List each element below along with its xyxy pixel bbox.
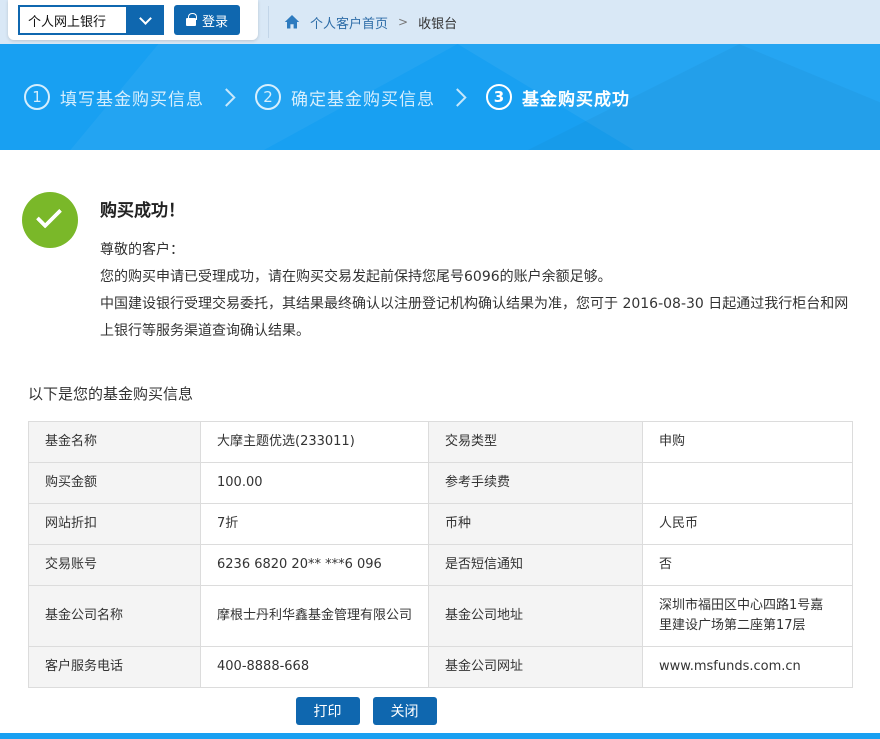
step-3-number: 3	[486, 84, 512, 110]
cell-value: 人民币	[643, 504, 853, 545]
cell-label: 基金公司网址	[429, 647, 643, 688]
success-check-icon	[22, 192, 78, 248]
login-button[interactable]: 登录	[174, 5, 240, 35]
login-panel: 个人网上银行 登录	[8, 0, 258, 40]
cell-value: 申购	[643, 422, 853, 463]
details-section-title: 以下是您的基金购买信息	[28, 383, 193, 404]
channel-select-dropdown-button[interactable]	[126, 5, 164, 35]
cell-label: 参考手续费	[429, 463, 643, 504]
table-row: 客户服务电话 400-8888-668 基金公司网址 www.msfunds.c…	[29, 647, 853, 688]
table-row: 交易账号 6236 6820 20** ***6 096 是否短信通知 否	[29, 545, 853, 586]
step-2-number: 2	[255, 84, 281, 110]
success-message: 购买成功！ 尊敬的客户： 您的购买申请已受理成功，请在购买交易发起前保持您尾号6…	[100, 188, 868, 345]
cell-label: 购买金额	[29, 463, 201, 504]
step-2-label: 确定基金购买信息	[291, 85, 435, 110]
success-section: 购买成功！ 尊敬的客户： 您的购买申请已受理成功，请在购买交易发起前保持您尾号6…	[22, 188, 868, 345]
footer-strip	[0, 733, 880, 739]
cell-label: 网站折扣	[29, 504, 201, 545]
cell-label: 是否短信通知	[429, 545, 643, 586]
print-button[interactable]: 打印	[296, 697, 360, 725]
success-line1: 您的购买申请已受理成功，请在购买交易发起前保持您尾号6096的账户余额足够。	[100, 264, 860, 291]
cell-value: 100.00	[201, 463, 429, 504]
steps-banner: 1 填写基金购买信息 2 确定基金购买信息 3 基金购买成功	[0, 44, 880, 150]
breadcrumb-home-link[interactable]: 个人客户首页	[310, 13, 388, 32]
step-3-label: 基金购买成功	[522, 85, 630, 110]
table-row: 网站折扣 7折 币种 人民币	[29, 504, 853, 545]
breadcrumb-separator: >	[398, 15, 408, 29]
cell-value	[643, 463, 853, 504]
step-1-number: 1	[24, 84, 50, 110]
cell-label: 币种	[429, 504, 643, 545]
topbar-divider	[268, 6, 269, 38]
step-separator-icon	[448, 88, 466, 106]
cell-value: 大摩主题优选(233011)	[201, 422, 429, 463]
success-greeting: 尊敬的客户：	[100, 237, 860, 264]
steps-row: 1 填写基金购买信息 2 确定基金购买信息 3 基金购买成功	[0, 44, 880, 150]
cell-value: 摩根士丹利华鑫基金管理有限公司	[201, 586, 429, 647]
channel-select-value: 个人网上银行	[18, 5, 126, 35]
cell-label: 基金名称	[29, 422, 201, 463]
chevron-down-icon	[139, 12, 152, 25]
close-button[interactable]: 关闭	[373, 697, 437, 725]
step-1-fill-info: 1 填写基金购买信息	[24, 84, 204, 110]
cell-value: 否	[643, 545, 853, 586]
cell-label: 客户服务电话	[29, 647, 201, 688]
table-row: 基金公司名称 摩根士丹利华鑫基金管理有限公司 基金公司地址 深圳市福田区中心四路…	[29, 586, 853, 647]
step-1-label: 填写基金购买信息	[60, 85, 204, 110]
step-2-confirm-info: 2 确定基金购买信息	[255, 84, 435, 110]
cell-value: 400-8888-668	[201, 647, 429, 688]
login-button-label: 登录	[202, 11, 228, 30]
home-icon[interactable]	[284, 14, 300, 30]
breadcrumb-current: 收银台	[418, 13, 457, 32]
table-row: 基金名称 大摩主题优选(233011) 交易类型 申购	[29, 422, 853, 463]
cell-label: 基金公司名称	[29, 586, 201, 647]
cell-label: 基金公司地址	[429, 586, 643, 647]
action-buttons: 打印 关闭	[0, 697, 806, 725]
success-title: 购买成功！	[100, 196, 860, 221]
lock-icon	[186, 18, 196, 26]
cell-value: www.msfunds.com.cn	[643, 647, 853, 688]
success-line2: 中国建设银行受理交易委托，其结果最终确认以注册登记机构确认结果为准，您可于 20…	[100, 291, 860, 345]
step-3-success: 3 基金购买成功	[486, 84, 630, 110]
cell-label: 交易账号	[29, 545, 201, 586]
cell-label: 交易类型	[429, 422, 643, 463]
cell-value: 深圳市福田区中心四路1号嘉里建设广场第二座第17层	[643, 586, 853, 647]
purchase-details-table: 基金名称 大摩主题优选(233011) 交易类型 申购 购买金额 100.00 …	[28, 421, 853, 688]
step-separator-icon	[217, 88, 235, 106]
breadcrumb: 个人客户首页 > 收银台	[284, 0, 457, 44]
channel-select[interactable]: 个人网上银行	[18, 5, 164, 35]
cell-value: 7折	[201, 504, 429, 545]
top-bar: 个人网上银行 登录 个人客户首页 > 收银台	[0, 0, 880, 44]
table-row: 购买金额 100.00 参考手续费	[29, 463, 853, 504]
check-icon	[36, 202, 62, 228]
cell-value: 6236 6820 20** ***6 096	[201, 545, 429, 586]
